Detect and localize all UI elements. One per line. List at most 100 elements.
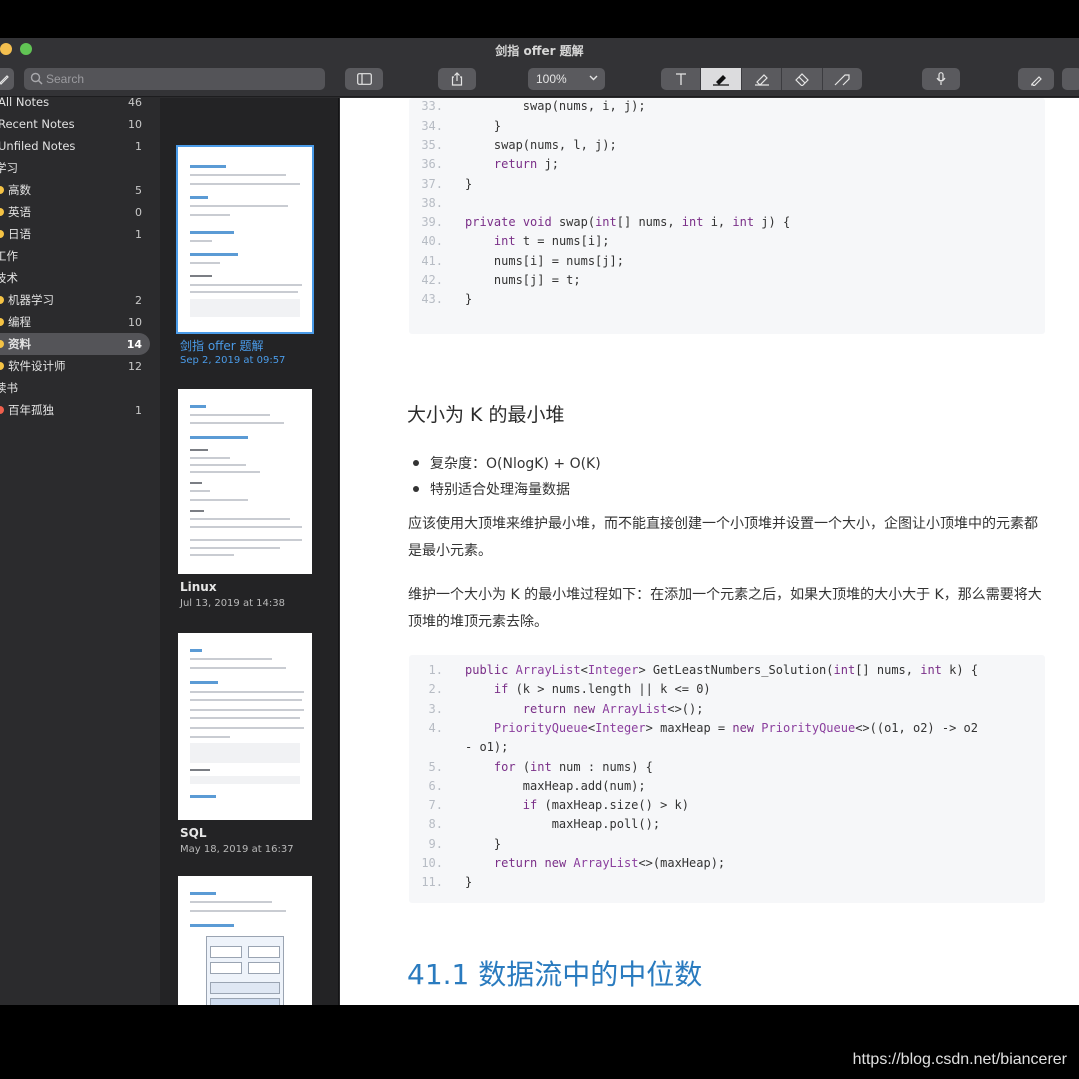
sidebar-item-japanese[interactable]: 日语 1 — [0, 223, 150, 245]
note-title[interactable]: SQL — [180, 826, 207, 840]
code-text: PriorityQueue<Integer> maxHeap = new Pri… — [493, 720, 979, 735]
text-tool-icon — [675, 72, 686, 85]
line-number: 37. — [421, 176, 443, 191]
notebook-dot-icon — [0, 340, 4, 348]
note-thumbnail[interactable] — [176, 145, 314, 334]
code-text: } — [465, 875, 473, 890]
code-text: private void swap(int[] nums, int i, int… — [465, 215, 791, 230]
notebook-dot-icon — [0, 186, 4, 194]
line-number: 39. — [421, 215, 443, 230]
code-text: if (k > nums.length || k <= 0) — [493, 682, 711, 697]
highlighter-tool-button[interactable] — [742, 68, 783, 90]
line-number: 43. — [421, 292, 443, 307]
share-icon — [451, 72, 463, 86]
microphone-icon — [936, 72, 946, 85]
marker-tool-icon — [713, 75, 730, 86]
line-number: 36. — [421, 157, 443, 172]
code-block: 32. break;33. swap(nums, i, j);34. }35. … — [409, 98, 1045, 334]
note-title[interactable]: 剑指 offer 题解 — [180, 337, 264, 354]
zoom-value: 100% — [536, 72, 567, 86]
sidebar-item-one-hundred-years[interactable]: 百年孤独 1 — [0, 399, 150, 421]
note-editor[interactable]: 32. break;33. swap(nums, i, j);34. }35. … — [340, 98, 1079, 1005]
section-title: 41.1 数据流中的中位数 — [407, 958, 703, 991]
line-number: 41. — [421, 253, 443, 268]
line-number: 11. — [421, 875, 443, 890]
share-button[interactable] — [438, 68, 476, 90]
line-number: 6. — [428, 778, 443, 793]
code-text: } — [465, 118, 502, 133]
code-text: if (maxHeap.size() > k) — [522, 798, 689, 813]
sidebar-item-programming[interactable]: 编程 10 — [0, 311, 150, 333]
line-number: 8. — [428, 817, 443, 832]
sidebar-group-reading[interactable]: 读书 — [0, 377, 150, 399]
code-text: } — [465, 292, 473, 307]
zoom-select[interactable]: 100% — [528, 68, 605, 90]
eraser-tool-button[interactable] — [782, 68, 823, 90]
code-text: swap(nums, i, j); — [465, 99, 646, 114]
notebook-dot-icon — [0, 296, 4, 304]
lasso-tool-button[interactable] — [823, 68, 862, 90]
list-item: 特别适合处理海量数据 — [413, 479, 570, 499]
watermark: https://blog.csdn.net/biancerer — [852, 1051, 1067, 1068]
line-number: 38. — [421, 195, 443, 210]
sidebar-group-work[interactable]: 工作 — [0, 245, 150, 267]
note-thumbnail[interactable] — [178, 876, 312, 1005]
search-icon — [30, 72, 43, 85]
title-bar: 剑指 offer 题解 — [0, 38, 1079, 62]
compose-icon — [0, 75, 9, 85]
text-tool-button[interactable] — [661, 68, 702, 90]
highlighter-tool-icon — [754, 74, 769, 86]
sidebar-item-software-designer[interactable]: 软件设计师 12 — [0, 355, 150, 377]
pen-button[interactable] — [1018, 68, 1054, 90]
line-number: 2. — [428, 682, 443, 697]
code-text: swap(nums, l, j); — [465, 137, 617, 152]
code-text: } — [465, 836, 502, 851]
compose-button[interactable] — [0, 68, 14, 90]
sidebar-item-english[interactable]: 英语 0 — [0, 201, 150, 223]
sidebar-item-all-notes[interactable]: All Notes 46 — [0, 91, 150, 113]
note-list: 剑指 offer 题解 Sep 2, 2019 at 09:57 Linux J… — [160, 98, 339, 1005]
sidebar-group-tech[interactable]: 技术 — [0, 267, 150, 289]
search-placeholder: Search — [46, 72, 85, 86]
sidebar-item-materials[interactable]: 资料 14 — [0, 333, 150, 355]
section-heading: 大小为 K 的最小堆 — [407, 404, 565, 426]
note-date: Sep 2, 2019 at 09:57 — [180, 355, 286, 366]
code-text: maxHeap.add(num); — [465, 778, 646, 793]
toolbar: Search 100% — [0, 62, 1079, 97]
code-text: for (int num : nums) { — [493, 759, 653, 774]
code-block: 1. public ArrayList<Integer> GetLeastNumb… — [409, 655, 1045, 903]
code-text: } — [465, 176, 473, 191]
record-audio-button[interactable] — [922, 68, 960, 90]
sidebar-toggle-button[interactable] — [345, 68, 383, 90]
paragraph: 维护一个大小为 K 的最小堆过程如下：在添加一个元素之后，如果大顶堆的大小大于 … — [408, 587, 1042, 630]
line-number: 5. — [428, 759, 443, 774]
line-number: 42. — [421, 273, 443, 287]
sidebar-item-unfiled-notes[interactable]: Unfiled Notes 1 — [0, 135, 150, 157]
note-title[interactable]: Linux — [180, 580, 217, 594]
sidebar-item-recent-notes[interactable]: Recent Notes 10 — [0, 113, 150, 135]
sidebar-item-machine-learning[interactable]: 机器学习 2 — [0, 289, 150, 311]
line-number: 33. — [421, 99, 443, 114]
sidebar-toggle-icon — [356, 73, 372, 85]
list-item: 复杂度：O(NlogK) + O(K) — [413, 453, 601, 473]
sidebar-item-math[interactable]: 高数 5 — [0, 179, 150, 201]
notebook-dot-icon — [0, 362, 4, 370]
lasso-tool-icon — [834, 74, 850, 86]
code-text: return j; — [493, 157, 559, 172]
notebook-dot-icon — [0, 406, 4, 414]
note-thumbnail[interactable] — [178, 633, 312, 820]
line-number: 34. — [421, 118, 443, 133]
note-thumbnail[interactable] — [178, 389, 312, 574]
marker-tool-button[interactable] — [701, 68, 742, 90]
notebook-dot-icon — [0, 230, 4, 238]
pen-icon — [1030, 75, 1042, 86]
drawing-tools — [661, 68, 862, 90]
line-number: 3. — [428, 701, 443, 716]
code-text: maxHeap.poll(); — [465, 817, 661, 832]
code-text: - o1); — [465, 740, 509, 755]
more-button[interactable] — [1062, 68, 1079, 90]
search-input[interactable]: Search — [24, 68, 325, 90]
sidebar-group-study[interactable]: 学习 — [0, 157, 150, 179]
chevron-down-icon — [589, 75, 598, 81]
line-number: 4. — [428, 720, 443, 735]
